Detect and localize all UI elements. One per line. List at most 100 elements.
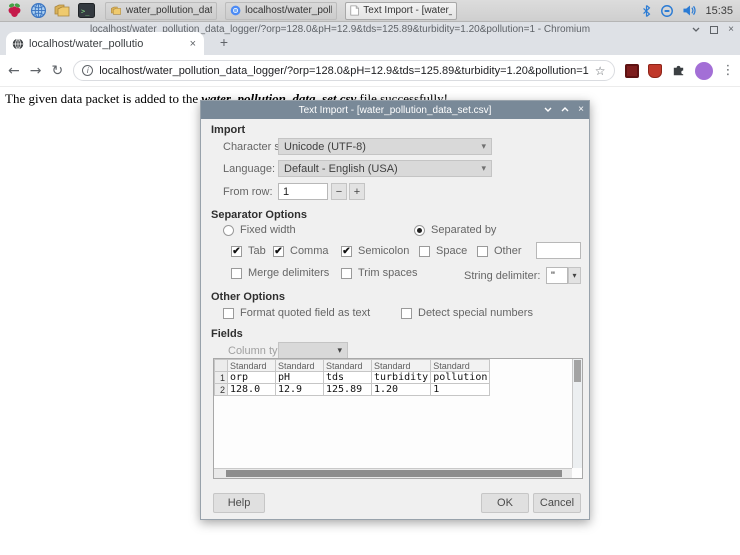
csv-preview-grid[interactable]: Standard Standard Standard Standard Stan… [213,358,583,479]
vertical-scrollbar[interactable] [572,359,582,468]
url-text: localhost/water_pollution_data_logger/?o… [99,65,589,77]
tab-checkbox[interactable]: ✔ Tab [231,245,266,257]
chromium-icon [230,4,241,17]
cell: pollution [431,372,490,384]
back-icon[interactable]: ← [8,63,20,79]
cell: turbidity [372,372,431,384]
trim-spaces-checkbox[interactable]: Trim spaces [341,267,418,279]
column-header[interactable]: Standard [228,360,276,372]
comma-checkbox[interactable]: ✔ Comma [273,245,329,257]
dialog-rolldown-icon[interactable] [544,105,552,115]
browser-menu-icon[interactable]: ⋮ [722,63,735,78]
profile-avatar[interactable] [695,62,713,80]
format-quoted-label: Format quoted field as text [240,307,370,319]
forward-icon[interactable]: → [30,63,42,79]
column-header[interactable]: Standard [431,360,490,372]
tab-favicon-globe-icon [12,38,24,50]
horizontal-scrollbar-thumb[interactable] [226,470,562,477]
dialog-titlebar[interactable]: Text Import - [water_pollution_data_set.… [201,101,589,119]
file-manager-icon[interactable] [51,1,73,21]
column-header[interactable]: Standard [324,360,372,372]
extensions-area: ⋮ [625,62,735,80]
corner-cell [215,360,228,372]
bookmark-star-icon[interactable]: ☆ [595,64,606,78]
space-label: Space [436,245,467,257]
from-row-minus-button[interactable]: − [331,183,347,200]
charset-dropdown[interactable]: Unicode (UTF-8) ▾ [278,138,492,155]
chevron-down-icon: ▾ [481,141,486,152]
radio-icon [223,225,234,236]
checkbox-icon [419,246,430,257]
merge-delimiters-checkbox[interactable]: Merge delimiters [231,267,329,279]
checkbox-icon [223,308,234,319]
space-checkbox[interactable]: Space [419,245,467,257]
column-type-dropdown[interactable]: ▾ [278,342,348,359]
system-tray: 15:35 [641,4,737,18]
help-button[interactable]: Help [213,493,265,513]
bluetooth-icon[interactable] [641,4,652,18]
browser-tab[interactable]: localhost/water_pollutio × [6,32,204,55]
string-delimiter-dropdown[interactable]: ▾ [568,267,581,284]
minimize-icon[interactable] [692,24,700,36]
column-header[interactable]: Standard [372,360,431,372]
import-heading: Import [211,124,245,136]
fixed-width-radio[interactable]: Fixed width [223,224,296,236]
other-checkbox[interactable]: Other [477,245,522,257]
dialog-close-icon[interactable]: × [578,105,584,115]
semicolon-checkbox[interactable]: ✔ Semicolon [341,245,409,257]
other-label: Other [494,245,522,257]
dialog-body: Import Character set: Unicode (UTF-8) ▾ … [201,119,589,521]
preview-row: 1 orp pH tds turbidity pollution [215,372,490,384]
address-bar[interactable]: i localhost/water_pollution_data_logger/… [73,60,614,81]
svg-text:>_: >_ [81,8,90,16]
vertical-scrollbar-thumb[interactable] [574,360,581,382]
string-delimiter-value[interactable]: " [546,267,568,284]
fields-heading: Fields [211,328,243,340]
from-row-input[interactable]: 1 [278,183,328,200]
from-row-label: From row: [223,186,273,198]
cell: orp [228,372,276,384]
separated-by-radio[interactable]: Separated by [414,224,496,236]
horizontal-scrollbar[interactable] [214,468,572,478]
taskbar-window-files[interactable]: water_pollution_data... [105,2,217,20]
dialog-rollup-icon[interactable] [561,105,569,115]
new-tab-button[interactable]: + [214,34,234,50]
tab-close-icon[interactable]: × [188,38,198,50]
maximize-icon[interactable] [710,26,718,34]
taskbar-window-text-import[interactable]: Text Import - [water_p... [345,2,457,20]
message-prefix: The given data packet is added to the [5,91,201,106]
language-label: Language: [223,163,275,175]
semicolon-label: Semicolon [358,245,409,257]
extensions-puzzle-icon[interactable] [671,63,686,78]
ublock-extension-icon[interactable] [625,64,639,78]
taskbar-window-label: localhost/water_pollu... [245,5,332,16]
taskbar: >_ water_pollution_data... localhost/wat… [0,0,740,22]
language-dropdown[interactable]: Default - English (USA) ▾ [278,160,492,177]
other-separator-input[interactable] [536,242,581,259]
preview-table: Standard Standard Standard Standard Stan… [214,359,490,396]
close-icon[interactable]: × [728,24,734,36]
separated-by-label: Separated by [431,224,496,236]
ok-button[interactable]: OK [481,493,529,513]
dialog-title: Text Import - [water_pollution_data_set.… [299,105,492,116]
terminal-icon[interactable]: >_ [75,1,97,21]
taskbar-window-label: water_pollution_data... [126,5,212,16]
cell: 1.20 [372,384,431,396]
taskbar-window-chromium[interactable]: localhost/water_pollu... [225,2,337,20]
volume-icon[interactable] [682,4,697,17]
web-browser-icon[interactable] [27,1,49,21]
trim-spaces-label: Trim spaces [358,267,418,279]
column-header[interactable]: Standard [276,360,324,372]
chevron-down-icon: ▾ [572,271,576,280]
separator-options-heading: Separator Options [211,209,307,221]
cancel-button[interactable]: Cancel [533,493,581,513]
raspberry-menu-icon[interactable] [3,1,25,21]
privacy-badger-extension-icon[interactable] [648,64,662,78]
tab-label: Tab [248,245,266,257]
format-quoted-checkbox[interactable]: Format quoted field as text [223,307,370,319]
vnc-icon[interactable] [660,4,674,18]
from-row-plus-button[interactable]: + [349,183,365,200]
detect-numbers-checkbox[interactable]: Detect special numbers [401,307,533,319]
reload-icon[interactable]: ↻ [51,63,63,79]
site-info-icon[interactable]: i [82,65,93,76]
